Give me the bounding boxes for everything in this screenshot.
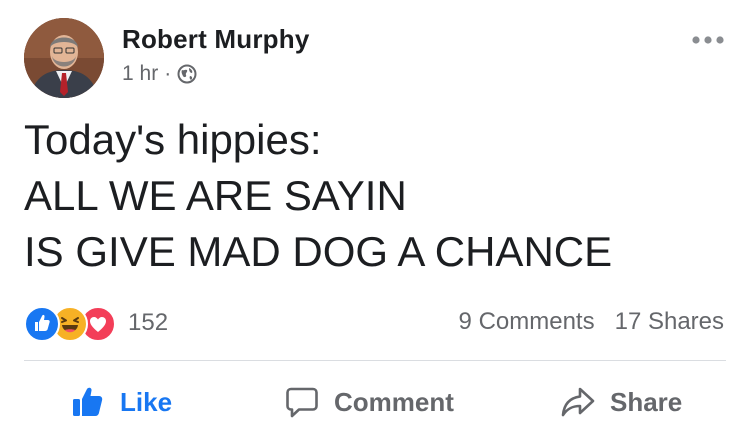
globe-icon[interactable] — [177, 64, 197, 84]
avatar[interactable] — [24, 18, 104, 98]
engagement-counts: 9 Comments 17 Shares — [459, 308, 724, 336]
divider — [24, 360, 726, 361]
share-arrow-icon — [560, 384, 596, 420]
post-time[interactable]: 1 hr — [122, 62, 158, 86]
post-meta: 1 hr · — [122, 62, 197, 86]
post-text: Today's hippies: ALL WE ARE SAYIN IS GIV… — [24, 116, 613, 275]
comment-bubble-icon — [284, 384, 320, 420]
thumbs-up-icon — [70, 384, 106, 420]
share-label: Share — [610, 386, 683, 417]
author-name[interactable]: Robert Murphy — [122, 24, 309, 55]
share-button[interactable]: Share — [560, 372, 682, 432]
comment-label: Comment — [334, 386, 454, 417]
comment-button[interactable]: Comment — [284, 372, 454, 432]
meta-separator: · — [164, 62, 172, 85]
like-reaction-icon — [24, 306, 60, 342]
shares-count[interactable]: 17 Shares — [615, 308, 724, 336]
action-bar: Like Comment Share — [0, 372, 750, 432]
like-button[interactable]: Like — [70, 372, 172, 432]
reactions-summary[interactable]: 152 — [24, 306, 169, 342]
more-options-icon[interactable] — [688, 30, 728, 50]
reaction-count: 152 — [128, 309, 169, 336]
facebook-post: Robert Murphy 1 hr · Today's hippies: AL… — [0, 0, 750, 440]
like-label: Like — [120, 386, 173, 417]
comments-count[interactable]: 9 Comments — [459, 308, 595, 336]
reaction-icons — [24, 306, 122, 342]
